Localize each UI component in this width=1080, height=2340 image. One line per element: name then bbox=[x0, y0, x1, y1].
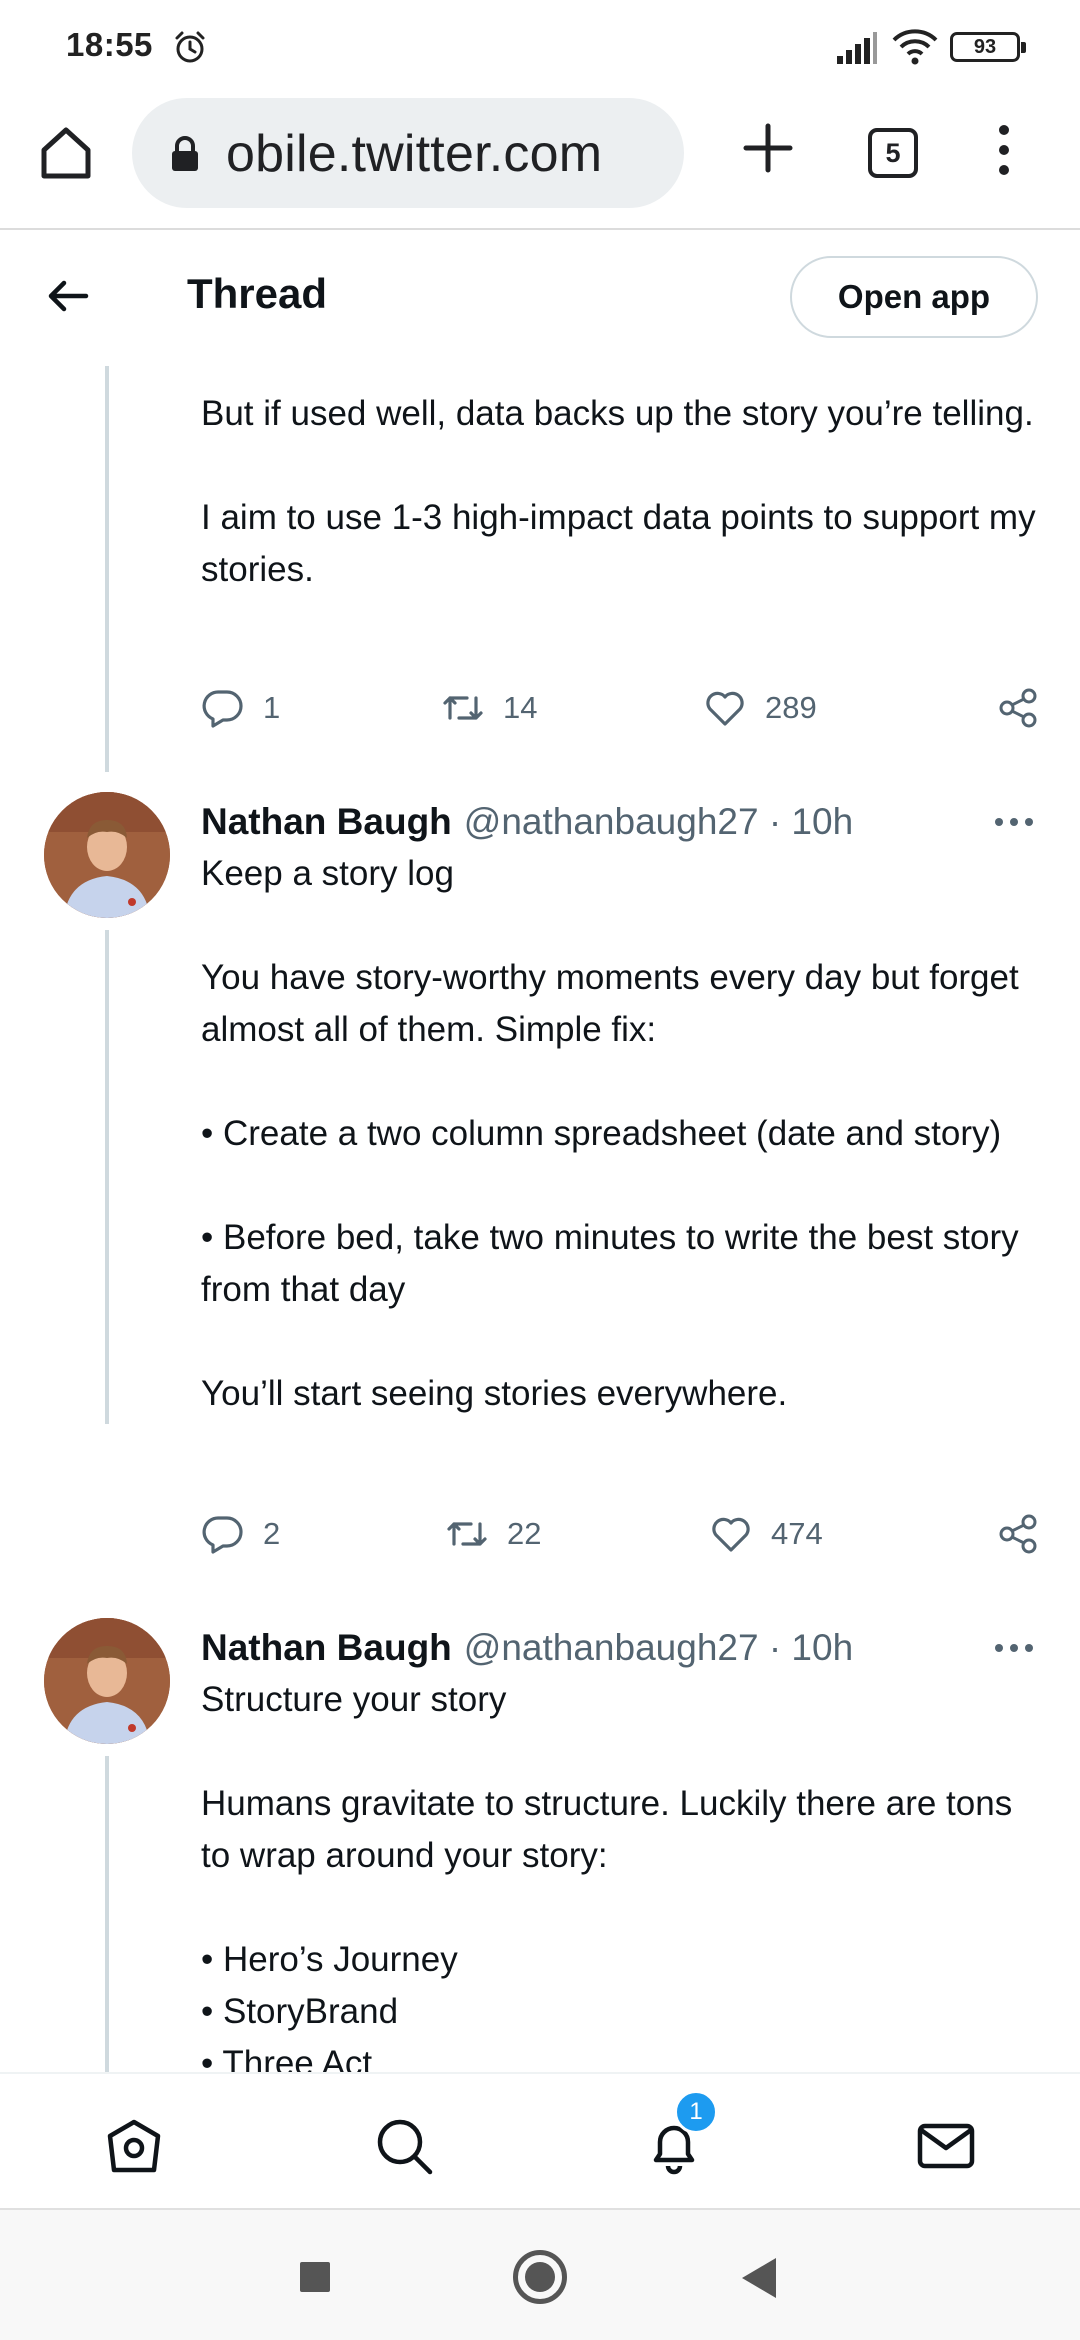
reply-button[interactable]: 2 bbox=[201, 1504, 280, 1564]
like-button[interactable]: 289 bbox=[703, 678, 817, 738]
alarm-icon bbox=[175, 31, 205, 63]
author-handle[interactable]: @nathanbaugh27 · 10h bbox=[464, 801, 853, 843]
signal-icon bbox=[837, 32, 877, 64]
avatar[interactable] bbox=[44, 1618, 170, 1744]
tweet-text: Keep a story log You have story-worthy m… bbox=[201, 854, 1019, 1413]
like-icon bbox=[712, 1517, 750, 1552]
like-count: 289 bbox=[765, 690, 817, 725]
thread-line bbox=[105, 930, 109, 1424]
lock-icon bbox=[172, 136, 198, 171]
avatar-photo bbox=[44, 792, 170, 918]
bottom-nav: 1 bbox=[0, 2072, 1080, 2210]
retweet-icon bbox=[443, 696, 483, 720]
thread-content: But if used well, data backs up the stor… bbox=[0, 366, 1080, 2072]
reply-count: 1 bbox=[263, 690, 281, 725]
home-icon[interactable] bbox=[36, 122, 96, 182]
system-nav-bar bbox=[0, 2210, 1080, 2340]
tweet-header: Nathan Baugh @nathanbaugh27 · 10h bbox=[201, 794, 981, 850]
tweet-header: Nathan Baugh @nathanbaugh27 · 10h bbox=[201, 1620, 981, 1676]
retweet-icon bbox=[447, 1522, 487, 1546]
like-button[interactable]: 474 bbox=[709, 1504, 823, 1564]
thread-header: Thread Open app bbox=[0, 232, 1080, 366]
reply-count: 2 bbox=[263, 1516, 281, 1551]
notification-badge: 1 bbox=[674, 2090, 718, 2134]
system-home-button[interactable] bbox=[513, 2250, 567, 2304]
retweet-count: 22 bbox=[507, 1516, 542, 1551]
author-name[interactable]: Nathan Baugh bbox=[201, 801, 452, 843]
recent-apps-button[interactable] bbox=[300, 2262, 330, 2292]
author-handle[interactable]: @nathanbaugh27 · 10h bbox=[464, 1627, 853, 1669]
more-vert-icon[interactable] bbox=[986, 120, 1022, 180]
tweet-text: Structure your story Humans gravitate to… bbox=[201, 1680, 1013, 2072]
retweet-button[interactable]: 14 bbox=[441, 678, 537, 738]
reply-icon bbox=[202, 690, 243, 728]
reply-button[interactable]: 1 bbox=[201, 678, 280, 738]
tabs-icon[interactable]: 5 bbox=[868, 128, 918, 178]
more-horiz-icon[interactable] bbox=[994, 1638, 1034, 1658]
like-icon bbox=[706, 691, 744, 726]
search-icon[interactable] bbox=[374, 2116, 434, 2176]
retweet-button[interactable]: 22 bbox=[445, 1504, 541, 1564]
status-bar: 18:55 93 bbox=[0, 0, 1080, 92]
retweet-count: 14 bbox=[503, 690, 538, 725]
status-time: 18:55 bbox=[66, 26, 153, 63]
system-back-button[interactable] bbox=[742, 2258, 776, 2298]
more-horiz-icon[interactable] bbox=[994, 812, 1034, 832]
thread-line bbox=[105, 366, 109, 772]
like-count: 474 bbox=[771, 1516, 823, 1551]
author-name[interactable]: Nathan Baugh bbox=[201, 1627, 452, 1669]
browser-toolbar: obile.twitter.com 5 bbox=[0, 92, 1080, 230]
page-title: Thread bbox=[187, 270, 328, 317]
avatar-photo bbox=[44, 1618, 170, 1744]
url-bar[interactable]: obile.twitter.com bbox=[132, 98, 684, 208]
url-text: obile.twitter.com bbox=[226, 125, 603, 183]
avatar[interactable] bbox=[44, 792, 170, 918]
tweet-text: But if used well, data backs up the stor… bbox=[201, 394, 1036, 589]
thread-line bbox=[105, 1756, 109, 2072]
back-arrow-icon[interactable] bbox=[44, 272, 92, 320]
tweet-actions: 1 14 289 bbox=[201, 678, 1041, 738]
home-icon[interactable] bbox=[104, 2116, 164, 2176]
plus-icon[interactable] bbox=[738, 118, 798, 178]
share-icon[interactable] bbox=[997, 686, 1041, 730]
open-app-button[interactable]: Open app bbox=[790, 256, 1038, 338]
reply-icon bbox=[202, 1516, 243, 1554]
battery-icon: 93 bbox=[950, 32, 1026, 62]
mail-icon[interactable] bbox=[916, 2116, 976, 2176]
wifi-icon bbox=[892, 29, 938, 65]
tweet-actions: 2 22 474 bbox=[201, 1504, 1041, 1564]
share-icon[interactable] bbox=[997, 1512, 1041, 1556]
